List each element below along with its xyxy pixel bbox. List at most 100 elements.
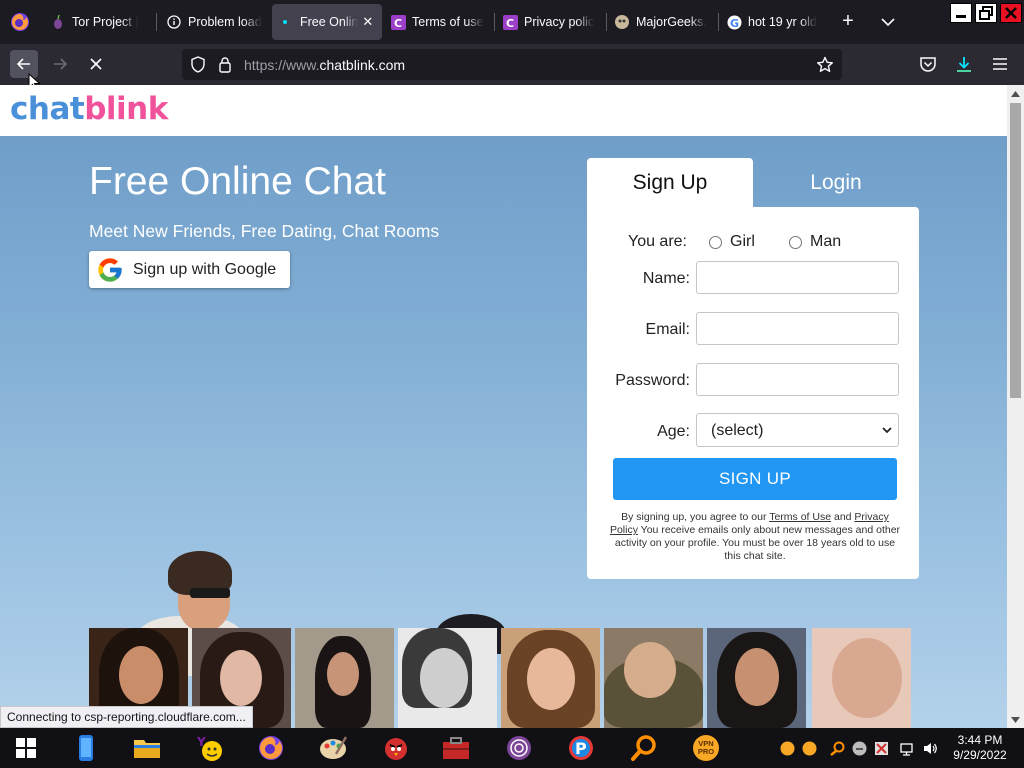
taskbar-clock[interactable]: 3:44 PM 9/29/2022 <box>950 733 1010 763</box>
password-input[interactable] <box>696 363 899 396</box>
vpn-pro-label: VPN PRO <box>697 739 715 756</box>
tray-app-flag-icon[interactable] <box>874 741 889 756</box>
majorgeeks-favicon-icon <box>614 14 630 30</box>
member-photo[interactable] <box>295 628 394 728</box>
photo-part <box>220 650 262 706</box>
new-tab-button[interactable]: + <box>838 10 858 32</box>
url-bar[interactable]: https://www.chatblink.com <box>182 49 842 80</box>
tab-problem-loading[interactable]: Problem load <box>166 4 266 40</box>
photo-part <box>420 648 468 708</box>
photo-part <box>735 648 779 706</box>
tray-search-icon[interactable] <box>830 741 845 756</box>
restore-icon <box>979 6 993 20</box>
hero-person-decoration <box>190 588 230 598</box>
window-controls <box>950 0 1024 23</box>
padlock-icon[interactable] <box>218 56 232 73</box>
tab-free-online-chat[interactable]: Free Onlin ✕ <box>272 4 382 40</box>
name-input[interactable] <box>696 261 899 294</box>
gender-man-label: Man <box>810 233 842 250</box>
taskbar-phone-app[interactable] <box>70 732 102 764</box>
forward-arrow-icon <box>54 58 68 70</box>
paint-palette-icon <box>320 736 348 759</box>
taskbar-p-app[interactable]: P <box>565 732 597 764</box>
signup-submit-button[interactable]: SIGN UP <box>613 458 897 500</box>
tab-strip: Tor Project | Problem load Free Onlin ✕ … <box>0 0 1024 44</box>
taskbar-angry-birds[interactable] <box>380 732 412 764</box>
tracking-protection-shield-icon[interactable] <box>190 56 206 73</box>
taskbar-yahoo-messenger[interactable]: Y <box>194 732 226 764</box>
forward-button[interactable] <box>46 50 74 78</box>
member-photo[interactable] <box>707 628 806 728</box>
start-button[interactable] <box>10 732 42 764</box>
member-photo[interactable] <box>501 628 600 728</box>
p-app-icon: P <box>569 736 593 760</box>
tab-privacy-policy[interactable]: C Privacy polic <box>502 4 602 40</box>
taskbar-paint-app[interactable] <box>317 732 349 764</box>
tab-terms-of-use[interactable]: C Terms of use <box>390 4 490 40</box>
taskbar-search-app[interactable] <box>628 732 660 764</box>
restore-button[interactable] <box>975 3 997 23</box>
tab-signup[interactable]: Sign Up <box>587 158 753 208</box>
tab-google-search[interactable]: G hot 19 yr old <box>726 4 826 40</box>
taskbar-tor-browser[interactable] <box>503 732 535 764</box>
google-favicon-icon: G <box>726 14 742 30</box>
member-photo[interactable] <box>398 628 497 728</box>
site-header: chatblink <box>0 85 1007 136</box>
tab-title: Free Onlin <box>300 15 359 29</box>
tray-vpn-icon[interactable] <box>802 741 817 756</box>
taskbar-toolbox-app[interactable] <box>440 732 472 764</box>
hero-section: Free Online Chat Meet New Friends, Free … <box>0 136 1007 728</box>
tray-vpn-icon[interactable] <box>780 741 795 756</box>
tab-majorgeeks[interactable]: MajorGeeks. <box>614 4 714 40</box>
gender-man-radio[interactable]: Man <box>789 233 841 251</box>
chatblink-logo[interactable]: chatblink <box>10 91 168 127</box>
photo-part <box>624 642 676 698</box>
terms-notice: By signing up, you agree to our Terms of… <box>607 511 903 563</box>
stop-x-icon <box>90 58 102 70</box>
google-signup-label: Sign up with Google <box>133 260 277 278</box>
scrollbar-thumb[interactable] <box>1010 103 1021 398</box>
google-g-icon <box>98 257 122 282</box>
hamburger-menu-icon[interactable] <box>992 57 1008 71</box>
terms-of-use-link[interactable]: Terms of Use <box>769 511 831 523</box>
close-window-button[interactable] <box>1000 3 1022 23</box>
navigation-toolbar: https://www.chatblink.com <box>0 44 1024 91</box>
firefox-logo-icon[interactable] <box>9 11 31 33</box>
svg-text:P: P <box>575 739 587 758</box>
terms-text: You receive emails only about new messag… <box>614 524 901 562</box>
photo-part <box>119 646 163 704</box>
tab-title: Terms of use <box>412 15 484 29</box>
phone-app-icon <box>79 735 93 761</box>
minimize-button[interactable] <box>950 3 972 23</box>
network-icon[interactable] <box>899 741 914 756</box>
toolbox-icon <box>443 737 469 759</box>
stop-loading-button[interactable] <box>82 50 110 78</box>
scroll-up-button[interactable] <box>1007 85 1024 102</box>
taskbar-vpn-pro[interactable]: VPN PRO <box>690 732 722 764</box>
tray-messenger-icon[interactable] <box>852 741 867 756</box>
tab-tor-project[interactable]: Tor Project | <box>50 4 150 40</box>
photo-part <box>327 652 359 696</box>
google-signup-button[interactable]: Sign up with Google <box>89 251 290 288</box>
email-input[interactable] <box>696 312 899 345</box>
vertical-scrollbar[interactable] <box>1007 85 1024 728</box>
list-all-tabs-chevron-icon[interactable] <box>878 12 898 32</box>
signup-form: You are: Girl Man Name: Email: Password:… <box>587 207 919 579</box>
downloads-icon[interactable] <box>955 55 973 73</box>
volume-icon[interactable] <box>923 741 938 756</box>
member-photo[interactable] <box>812 628 911 728</box>
tab-close-icon[interactable]: ✕ <box>362 14 373 30</box>
terms-text: and <box>831 511 855 523</box>
tab-login[interactable]: Login <box>753 158 919 208</box>
member-photo[interactable] <box>604 628 703 728</box>
taskbar-file-explorer[interactable] <box>131 732 163 764</box>
url-text[interactable]: https://www.chatblink.com <box>244 57 405 73</box>
svg-text:C: C <box>394 17 402 30</box>
pocket-icon[interactable] <box>919 56 937 73</box>
age-select[interactable]: (select) <box>696 413 899 447</box>
scroll-down-button[interactable] <box>1007 711 1024 728</box>
gender-girl-radio[interactable]: Girl <box>709 233 755 251</box>
taskbar-firefox[interactable] <box>255 732 287 764</box>
scroll-up-arrow-icon <box>1011 90 1020 97</box>
bookmark-star-icon[interactable] <box>816 56 834 74</box>
